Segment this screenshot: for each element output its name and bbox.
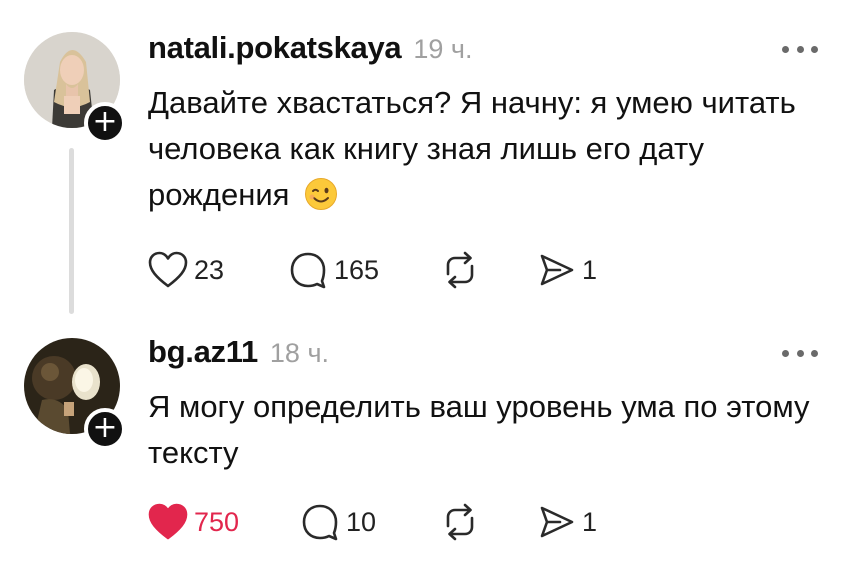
post-header: bg.az11 18 ч. bbox=[148, 334, 329, 370]
comment-icon bbox=[290, 252, 326, 289]
thread-post: + natali.pokatskaya 19 ч. Давайте хваста… bbox=[0, 0, 844, 330]
like-button[interactable]: 750 bbox=[148, 500, 239, 544]
more-icon[interactable] bbox=[782, 348, 818, 358]
post-text-body: Давайте хвастаться? Я начну: я умею чита… bbox=[148, 85, 796, 212]
post-header: natali.pokatskaya 19 ч. bbox=[148, 30, 472, 66]
comment-icon bbox=[302, 504, 338, 541]
share-button[interactable]: 1 bbox=[538, 500, 597, 544]
repost-icon bbox=[446, 251, 474, 289]
share-button[interactable]: 1 bbox=[538, 248, 597, 292]
thread-post: + bg.az11 18 ч. Я могу определить ваш ур… bbox=[0, 330, 844, 569]
follow-button[interactable]: + bbox=[84, 102, 126, 144]
username[interactable]: natali.pokatskaya bbox=[148, 30, 402, 66]
comment-button[interactable]: 10 bbox=[300, 500, 376, 544]
comment-count: 10 bbox=[346, 506, 377, 537]
like-button[interactable]: 23 bbox=[148, 248, 224, 292]
send-icon bbox=[540, 506, 574, 538]
thread-line bbox=[69, 148, 74, 314]
post-text-body: Я могу определить ваш уровень ума по это… bbox=[148, 389, 810, 470]
post-text: Я могу определить ваш уровень ума по это… bbox=[148, 384, 828, 476]
share-count: 1 bbox=[582, 506, 598, 537]
like-count: 23 bbox=[194, 254, 225, 285]
post-text: Давайте хвастаться? Я начну: я умею чита… bbox=[148, 80, 828, 224]
timestamp: 19 ч. bbox=[413, 34, 473, 64]
repost-icon bbox=[446, 503, 474, 541]
like-count: 750 bbox=[194, 506, 240, 537]
repost-button[interactable] bbox=[440, 500, 480, 544]
repost-button[interactable] bbox=[440, 248, 480, 292]
heart-icon bbox=[148, 251, 188, 288]
plus-icon: + bbox=[92, 410, 118, 445]
winking-face-icon bbox=[304, 177, 338, 224]
timestamp: 18 ч. bbox=[269, 338, 330, 368]
heart-icon bbox=[148, 503, 188, 540]
share-count: 1 bbox=[582, 254, 598, 285]
plus-icon: + bbox=[92, 104, 118, 139]
more-icon[interactable] bbox=[782, 44, 818, 54]
username[interactable]: bg.az11 bbox=[148, 334, 258, 370]
comment-count: 165 bbox=[334, 254, 380, 285]
follow-button[interactable]: + bbox=[84, 408, 126, 450]
comment-button[interactable]: 165 bbox=[288, 248, 379, 292]
send-icon bbox=[540, 254, 574, 286]
